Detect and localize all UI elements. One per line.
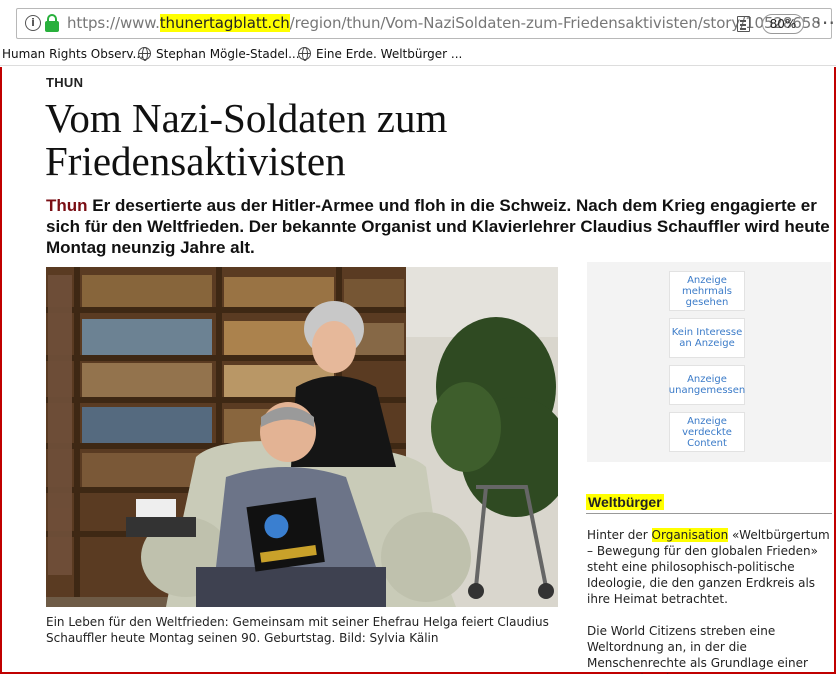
bookmark-item[interactable]: Eine Erde. Weltbürger ...: [298, 47, 462, 61]
ad-feedback-inappropriate[interactable]: Anzeige unangemessen: [669, 365, 745, 405]
article-photo[interactable]: [46, 267, 558, 607]
address-bar[interactable]: i https://www.thunertagblatt.ch/region/t…: [16, 8, 835, 39]
bookmark-item[interactable]: Stephan Mögle-Stadel...: [138, 47, 300, 61]
ad-feedback-covered-content[interactable]: Anzeige verdeckte Content: [669, 412, 745, 452]
sidebar-paragraph: Die World Citizens streben eine Weltordn…: [587, 624, 808, 674]
bookmarks-bar: Human Rights Observ... Stephan Mögle-Sta…: [0, 44, 836, 66]
highlighted-word: Organisation: [651, 528, 729, 542]
zoom-indicator[interactable]: 80%: [762, 14, 804, 34]
browser-toolbar: i https://www.thunertagblatt.ch/region/t…: [0, 0, 836, 44]
bookmark-item[interactable]: Human Rights Observ...: [2, 47, 144, 61]
lock-icon[interactable]: [45, 14, 59, 32]
globe-icon: [298, 47, 311, 61]
url-domain: thunertagblatt.ch: [159, 14, 290, 32]
url-text[interactable]: https://www.thunertagblatt.ch/region/thu…: [67, 14, 821, 32]
ad-feedback-no-interest[interactable]: Kein Interesse an Anzeige: [669, 318, 745, 358]
article-headline: Vom Nazi-Soldaten zum Friedensaktivisten: [45, 95, 448, 184]
article-kicker[interactable]: THUN: [46, 75, 83, 90]
sidebar-paragraph: Hinter der Organisation «Weltbürgertum –…: [587, 528, 830, 606]
photo-caption: Ein Leben für den Weltfrieden: Gemeinsam…: [46, 615, 549, 645]
reader-view-icon[interactable]: [737, 16, 750, 32]
ad-feedback-panel: Anzeige mehrmals gesehen Kein Interesse …: [587, 262, 831, 462]
lead-city: Thun: [46, 196, 88, 215]
ad-feedback-seen-often[interactable]: Anzeige mehrmals gesehen: [669, 271, 745, 311]
info-icon[interactable]: i: [25, 15, 41, 31]
sidebar-title: Weltbürger: [586, 494, 664, 510]
globe-icon: [138, 47, 151, 61]
article-lead: Thun Er desertierte aus der Hitler-Armee…: [46, 196, 830, 257]
overflow-menu-icon[interactable]: ⋯: [815, 10, 835, 34]
sidebar-divider: [586, 513, 832, 514]
sidebar-text: Hinter der Organisation «Weltbürgertum –…: [587, 527, 831, 674]
